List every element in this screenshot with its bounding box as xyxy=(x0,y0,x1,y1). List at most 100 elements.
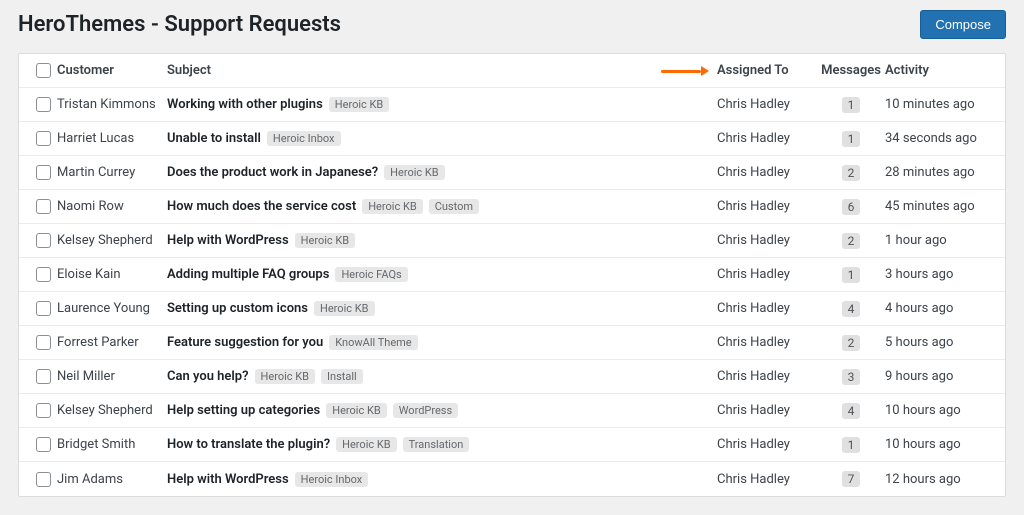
tag-badge[interactable]: Heroic KB xyxy=(329,97,390,112)
messages-cell: 1 xyxy=(817,437,885,453)
customer-name: Laurence Young xyxy=(57,301,167,316)
tag-badge[interactable]: Heroic KB xyxy=(336,437,397,452)
tickets-table: Customer Subject Assigned To Messages Ac… xyxy=(18,53,1006,497)
table-row[interactable]: Neil MillerCan you help? Heroic KB Install… xyxy=(19,360,1005,394)
col-header-activity[interactable]: Activity xyxy=(885,63,995,78)
subject-text: Unable to install xyxy=(167,131,261,146)
tag-badge[interactable]: Custom xyxy=(429,199,479,214)
row-checkbox[interactable] xyxy=(36,369,51,384)
customer-name: Forrest Parker xyxy=(57,335,167,350)
subject-text: Does the product work in Japanese? xyxy=(167,165,378,180)
subject-cell[interactable]: Can you help? Heroic KB Install xyxy=(167,369,717,384)
row-checkbox[interactable] xyxy=(36,233,51,248)
row-checkbox[interactable] xyxy=(36,165,51,180)
row-select-cell xyxy=(29,301,57,316)
table-row[interactable]: Laurence YoungSetting up custom icons Her… xyxy=(19,292,1005,326)
table-row[interactable]: Jim AdamsHelp with WordPressHeroic Inbox… xyxy=(19,462,1005,496)
messages-count: 4 xyxy=(842,403,860,419)
subject-cell[interactable]: Help with WordPress Heroic Inbox xyxy=(167,472,717,487)
col-header-assigned[interactable]: Assigned To xyxy=(717,63,817,78)
subject-cell[interactable]: Feature suggestion for you KnowAll Theme xyxy=(167,335,717,350)
table-row[interactable]: Naomi RowHow much does the service costH… xyxy=(19,190,1005,224)
subject-cell[interactable]: How to translate the plugin?Heroic KBTra… xyxy=(167,437,717,452)
subject-cell[interactable]: Help with WordPressHeroic KB xyxy=(167,233,717,248)
subject-cell[interactable]: How much does the service cost Heroic KB C… xyxy=(167,199,717,214)
row-checkbox[interactable] xyxy=(36,403,51,418)
row-select-cell xyxy=(29,199,57,214)
assigned-to: Chris Hadley xyxy=(717,165,817,180)
customer-name: Bridget Smith xyxy=(57,437,167,452)
row-select-cell xyxy=(29,403,57,418)
assigned-to: Chris Hadley xyxy=(717,301,817,316)
messages-cell: 7 xyxy=(817,471,885,487)
col-header-customer[interactable]: Customer xyxy=(57,63,167,78)
tag-badge[interactable]: KnowAll Theme xyxy=(329,335,417,350)
messages-count: 1 xyxy=(842,97,860,113)
row-checkbox[interactable] xyxy=(36,437,51,452)
assigned-to: Chris Hadley xyxy=(717,472,817,487)
tag-badge[interactable]: Heroic KB xyxy=(314,301,375,316)
messages-count: 7 xyxy=(842,471,860,487)
activity-time: 45 minutes ago xyxy=(885,199,995,214)
subject-cell[interactable]: Adding multiple FAQ groupsHeroic FAQs xyxy=(167,267,717,282)
activity-time: 9 hours ago xyxy=(885,369,995,384)
table-row[interactable]: Tristan KimmonsWorking with other plugin… xyxy=(19,88,1005,122)
table-header-row: Customer Subject Assigned To Messages Ac… xyxy=(19,54,1005,88)
activity-time: 28 minutes ago xyxy=(885,165,995,180)
subject-text: Feature suggestion for you xyxy=(167,335,323,350)
table-row[interactable]: Eloise KainAdding multiple FAQ groupsHer… xyxy=(19,258,1005,292)
table-row[interactable]: Bridget SmithHow to translate the plugin… xyxy=(19,428,1005,462)
page-header: HeroThemes - Support Requests Compose xyxy=(18,10,1006,39)
tag-badge[interactable]: Heroic Inbox xyxy=(295,472,369,487)
table-row[interactable]: Harriet LucasUnable to installHeroic Inb… xyxy=(19,122,1005,156)
subject-cell[interactable]: Help setting up categoriesHeroic KBWordP… xyxy=(167,403,717,418)
col-header-messages[interactable]: Messages xyxy=(817,63,885,78)
table-row[interactable]: Martin CurreyDoes the product work in Ja… xyxy=(19,156,1005,190)
messages-cell: 3 xyxy=(817,369,885,385)
tag-badge[interactable]: Heroic FAQs xyxy=(335,267,407,282)
subject-cell[interactable]: Does the product work in Japanese? Heroic… xyxy=(167,165,717,180)
table-row[interactable]: Forrest ParkerFeature suggestion for you… xyxy=(19,326,1005,360)
subject-text: Can you help? xyxy=(167,369,249,384)
tag-badge[interactable]: Translation xyxy=(403,437,470,452)
row-select-cell xyxy=(29,233,57,248)
customer-name: Kelsey Shepherd xyxy=(57,233,167,248)
row-select-cell xyxy=(29,437,57,452)
assigned-to: Chris Hadley xyxy=(717,233,817,248)
col-header-subject[interactable]: Subject xyxy=(167,63,717,78)
row-checkbox[interactable] xyxy=(36,97,51,112)
subject-cell[interactable]: Working with other pluginsHeroic KB xyxy=(167,97,717,112)
row-select-cell xyxy=(29,131,57,146)
activity-time: 4 hours ago xyxy=(885,301,995,316)
tag-badge[interactable]: Heroic KB xyxy=(255,369,316,384)
select-all-checkbox[interactable] xyxy=(36,63,51,78)
subject-text: How much does the service cost xyxy=(167,199,356,214)
table-row[interactable]: Kelsey ShepherdHelp with WordPressHeroic… xyxy=(19,224,1005,258)
assigned-to: Chris Hadley xyxy=(717,97,817,112)
row-checkbox[interactable] xyxy=(36,131,51,146)
tag-badge[interactable]: Heroic KB xyxy=(295,233,356,248)
customer-name: Neil Miller xyxy=(57,369,167,384)
row-checkbox[interactable] xyxy=(36,267,51,282)
messages-count: 6 xyxy=(842,199,860,215)
tag-badge[interactable]: Heroic KB xyxy=(384,165,445,180)
row-checkbox[interactable] xyxy=(36,335,51,350)
subject-cell[interactable]: Unable to install Heroic Inbox xyxy=(167,131,717,146)
messages-cell: 6 xyxy=(817,199,885,215)
compose-button[interactable]: Compose xyxy=(920,10,1006,39)
tag-badge[interactable]: Heroic KB xyxy=(362,199,423,214)
tag-badge[interactable]: Install xyxy=(321,369,363,384)
col-header-assigned-text: Assigned To xyxy=(717,63,789,78)
subject-text: Setting up custom icons xyxy=(167,301,308,316)
messages-count: 4 xyxy=(842,301,860,317)
tag-badge[interactable]: Heroic KB xyxy=(326,403,387,418)
table-row[interactable]: Kelsey ShepherdHelp setting up categorie… xyxy=(19,394,1005,428)
row-checkbox[interactable] xyxy=(36,199,51,214)
messages-cell: 1 xyxy=(817,267,885,283)
row-checkbox[interactable] xyxy=(36,301,51,316)
tag-badge[interactable]: WordPress xyxy=(393,403,458,418)
subject-text: Help with WordPress xyxy=(167,472,289,487)
tag-badge[interactable]: Heroic Inbox xyxy=(267,131,341,146)
row-checkbox[interactable] xyxy=(36,472,51,487)
subject-cell[interactable]: Setting up custom icons Heroic KB xyxy=(167,301,717,316)
